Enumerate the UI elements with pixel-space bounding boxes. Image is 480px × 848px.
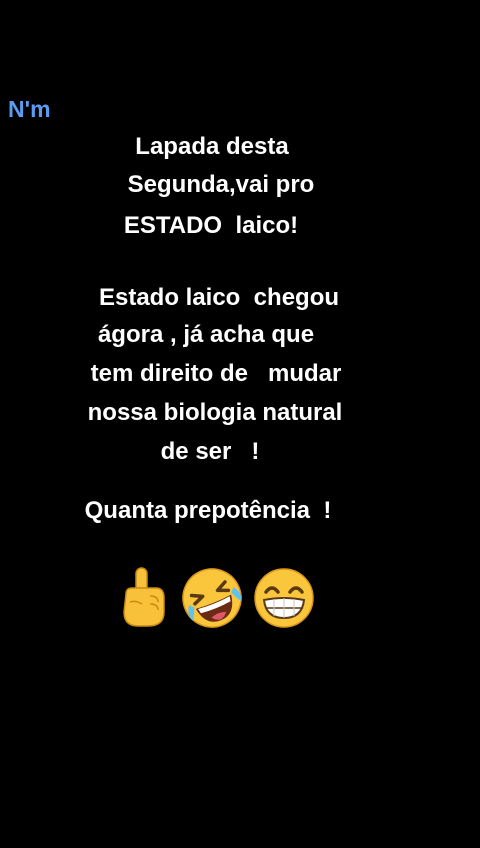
grinning-face-icon [254, 568, 314, 628]
text-line-8: de ser ! [160, 438, 260, 465]
text-line-1: Lapada desta [135, 133, 289, 160]
text-line-9: Quanta prepotência ! [84, 497, 332, 524]
pointing-up-icon [123, 567, 165, 627]
rolling-laughing-face-icon [182, 568, 242, 628]
author-name: N'm [8, 96, 51, 122]
text-line-4: Estado laico chegou [98, 284, 340, 311]
text-line-3: ESTADO laico! [123, 212, 299, 239]
post-screen: N'm Lapada desta Segunda,vai pro ESTADO … [0, 0, 480, 848]
text-line-7: nossa biologia natural [87, 399, 343, 426]
text-line-6: tem direito de mudar [90, 360, 342, 387]
text-line-2: Segunda,vai pro [127, 171, 315, 198]
text-line-5: ágora , já acha que [97, 321, 315, 348]
emoji-row [112, 566, 322, 630]
